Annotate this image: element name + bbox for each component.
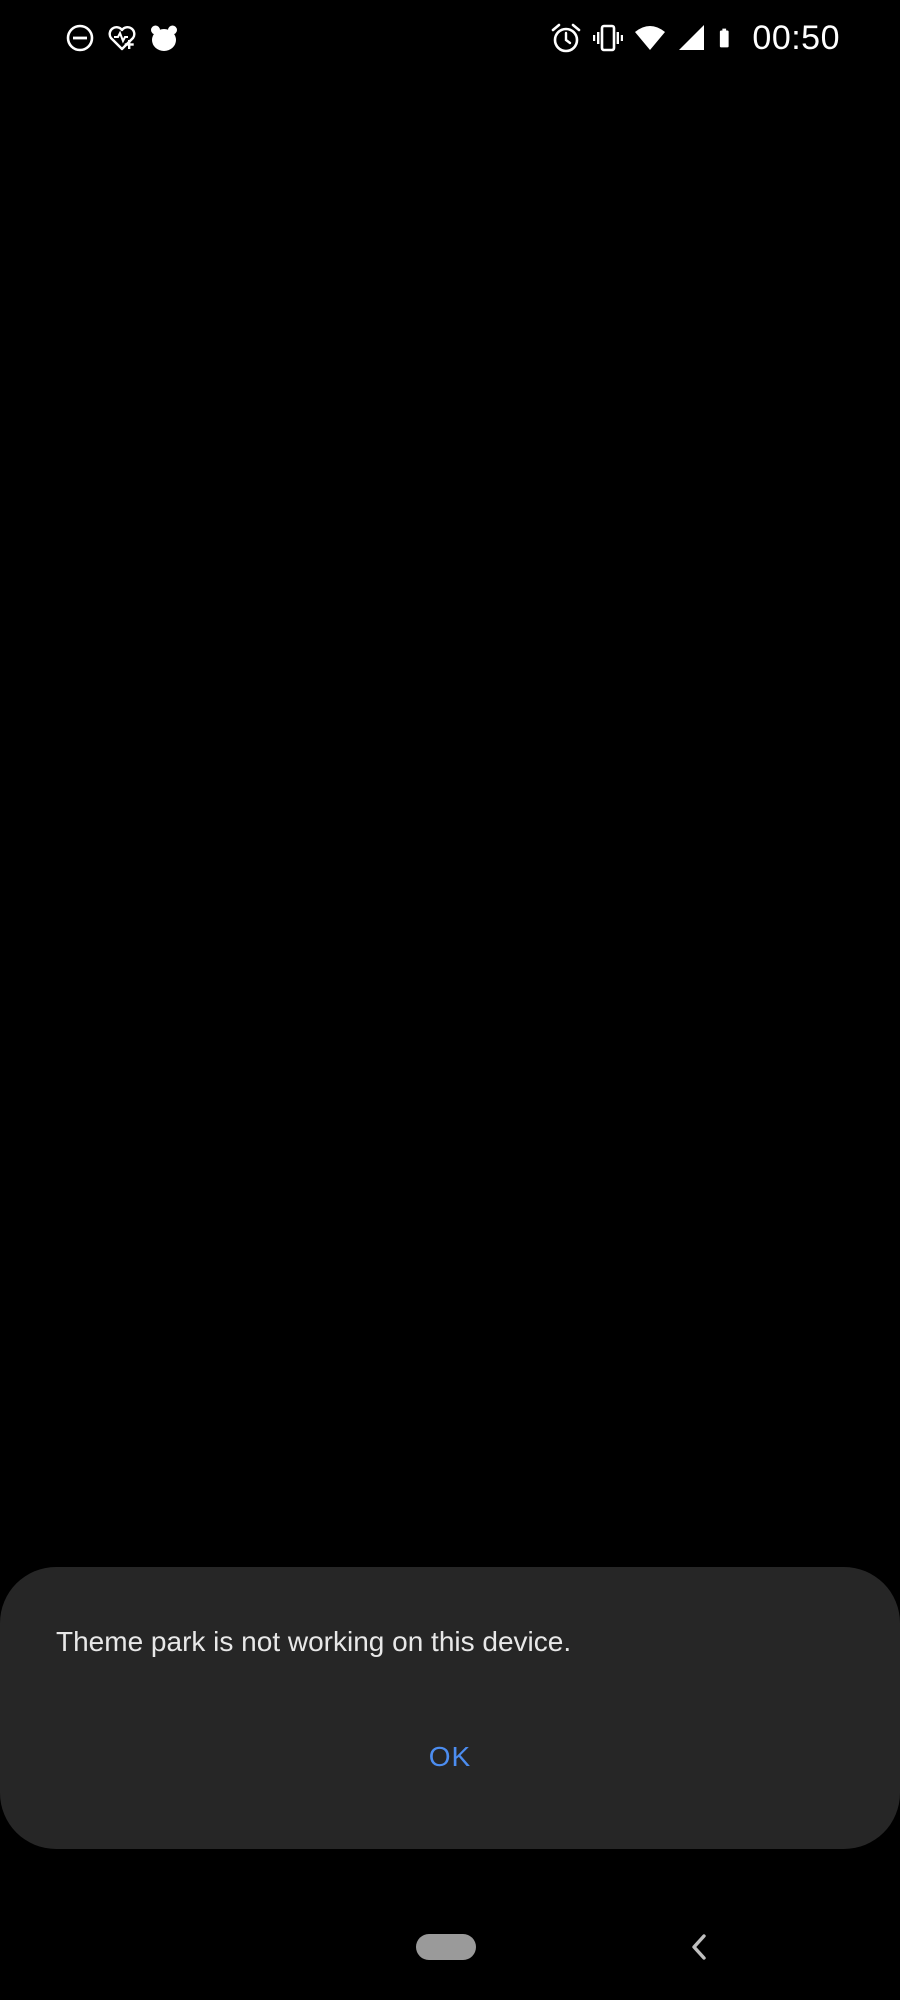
status-left-icons: [64, 20, 180, 56]
back-chevron-icon: [692, 1934, 706, 1960]
bear-icon: [151, 25, 177, 51]
health-heart-icon: [108, 26, 136, 51]
signal-icon: [679, 25, 705, 50]
dialog-message: Theme park is not working on this device…: [56, 1626, 572, 1657]
vibrate-icon: [593, 24, 624, 52]
battery-icon: [720, 28, 730, 48]
do-not-disturb-icon: [66, 24, 94, 52]
status-clock: 00:50: [752, 19, 840, 57]
back-icon[interactable]: [680, 1927, 720, 1967]
navigation-bar: [0, 1905, 900, 2000]
status-bar: 00:50: [0, 0, 900, 76]
ok-button[interactable]: OK: [370, 1727, 530, 1787]
status-right-icons: 00:50: [550, 18, 840, 58]
alarm-icon: [552, 23, 581, 53]
wifi-icon: [635, 26, 666, 50]
alert-dialog: Theme park is not working on this device…: [0, 1567, 900, 1849]
home-pill-icon[interactable]: [416, 1934, 476, 1960]
